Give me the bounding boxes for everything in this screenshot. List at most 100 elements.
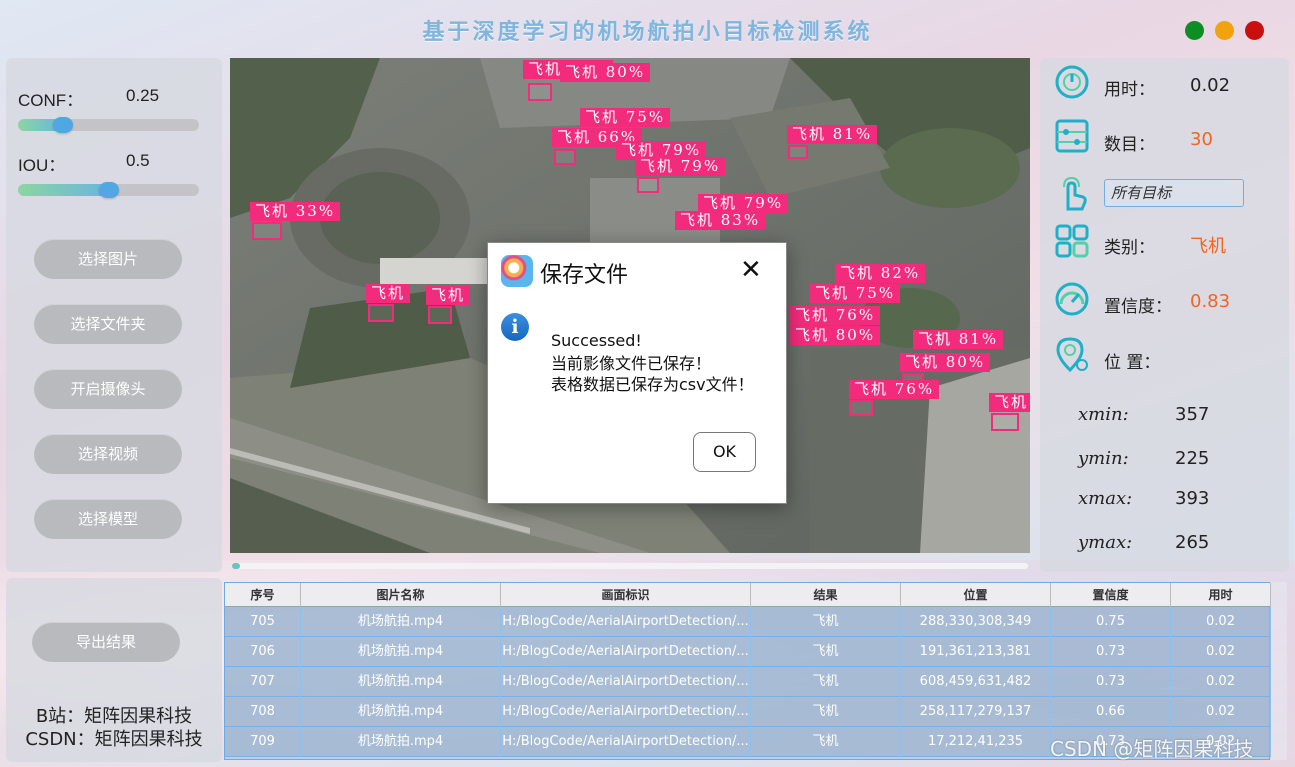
- table-row[interactable]: 706 机场航拍.mp4 H:/BlogCode/AerialAirportDete…: [225, 637, 1271, 667]
- touch-icon: [1063, 176, 1087, 211]
- cell-confidence: 0.73: [1051, 637, 1171, 667]
- conf-slider-handle[interactable]: [53, 117, 73, 133]
- detection-label: 飞机 75%: [810, 284, 901, 303]
- app-title: 基于深度学习的机场航拍小目标检测系统: [422, 19, 873, 45]
- cell-confidence: 0.66: [1051, 697, 1171, 727]
- select-image-button[interactable]: 选择图片: [34, 239, 182, 279]
- open-camera-button[interactable]: 开启摄像头: [34, 369, 182, 409]
- cell-source: H:/BlogCode/AerialAirportDetection/...: [501, 727, 751, 757]
- conf-slider-track[interactable]: [18, 119, 199, 131]
- cell-confidence: 0.75: [1051, 607, 1171, 637]
- cell-index: 707: [225, 667, 301, 697]
- detection-label: 飞机 80%: [790, 326, 881, 345]
- detection-label: 飞机 33%: [250, 202, 341, 221]
- export-button[interactable]: 导出结果: [32, 622, 180, 662]
- confidence-label: 置信度：: [1104, 297, 1172, 317]
- col-header-confidence[interactable]: 置信度: [1051, 583, 1171, 607]
- cell-confidence: 0.73: [1051, 667, 1171, 697]
- detection-box: [252, 222, 282, 240]
- col-header-time[interactable]: 用时: [1171, 583, 1271, 607]
- detection-label: 飞机 83%: [675, 211, 766, 230]
- col-header-position[interactable]: 位置: [901, 583, 1051, 607]
- ok-button[interactable]: OK: [693, 432, 756, 472]
- location-pin-icon: [1056, 337, 1088, 373]
- cell-result: 飞机: [751, 607, 901, 637]
- cell-time: 0.02: [1171, 637, 1271, 667]
- cell-result: 飞机: [751, 667, 901, 697]
- conf-label: CONF：: [18, 91, 84, 110]
- iou-slider-fill: [18, 184, 109, 196]
- cell-source: H:/BlogCode/AerialAirportDetection/...: [501, 637, 751, 667]
- table-row[interactable]: 707 机场航拍.mp4 H:/BlogCode/AerialAirportDete…: [225, 667, 1271, 697]
- col-header-source[interactable]: 画面标识: [501, 583, 751, 607]
- ymax-label: ymax:: [1078, 532, 1133, 553]
- dialog-message-status: Successed!: [551, 331, 642, 350]
- xmin-label: xmin:: [1078, 404, 1129, 425]
- detection-box: [991, 413, 1019, 431]
- detection-label: 飞机 80%: [560, 63, 651, 82]
- video-progress-bar[interactable]: [232, 563, 1028, 569]
- detection-box: [528, 83, 552, 101]
- detection-label: 飞机 76%: [790, 306, 881, 325]
- col-header-index[interactable]: 序号: [225, 583, 301, 607]
- detection-box: [554, 149, 576, 165]
- info-icon: i: [501, 313, 529, 341]
- cell-time: 0.02: [1171, 667, 1271, 697]
- count-value: 30: [1190, 129, 1213, 150]
- col-header-result[interactable]: 结果: [751, 583, 901, 607]
- cell-result: 飞机: [751, 637, 901, 667]
- watermark: CSDN @矩阵因果科技: [1050, 737, 1254, 761]
- class-label: 类别：: [1104, 238, 1155, 258]
- detection-label: 飞机 75%: [580, 108, 671, 127]
- iou-slider-handle[interactable]: [99, 182, 119, 198]
- cell-filename: 机场航拍.mp4: [301, 607, 501, 637]
- cell-filename: 机场航拍.mp4: [301, 667, 501, 697]
- cell-source: H:/BlogCode/AerialAirportDetection/...: [501, 697, 751, 727]
- table-scrollbar[interactable]: [1271, 582, 1287, 760]
- iou-label: IOU：: [18, 156, 66, 175]
- time-value: 0.02: [1190, 75, 1231, 96]
- cell-filename: 机场航拍.mp4: [301, 697, 501, 727]
- iou-value: 0.5: [126, 151, 150, 170]
- detection-box: [428, 306, 452, 324]
- cell-source: H:/BlogCode/AerialAirportDetection/...: [501, 607, 751, 637]
- detection-label: 飞机: [989, 393, 1030, 412]
- detection-label: 飞机 79%: [635, 157, 726, 176]
- credit-csdn: CSDN：矩阵因果科技: [25, 729, 203, 750]
- cell-position: 191,361,213,381: [901, 637, 1051, 667]
- col-header-filename[interactable]: 图片名称: [301, 583, 501, 607]
- cell-result: 飞机: [751, 697, 901, 727]
- table-row[interactable]: 705 机场航拍.mp4 H:/BlogCode/AerialAirportDete…: [225, 607, 1271, 637]
- detection-label: 飞机: [426, 286, 471, 305]
- detection-box: [788, 145, 808, 159]
- detection-label: 飞机 82%: [835, 264, 926, 283]
- detection-label: 飞机 76%: [849, 380, 940, 399]
- detection-label: 飞机 81%: [787, 125, 878, 144]
- save-file-dialog: 保存文件 ✕ i Successed! 当前影像文件已保存！ 表格数据已保存为c…: [487, 242, 787, 504]
- table-header: 序号 图片名称 画面标识 结果 位置 置信度 用时: [225, 583, 1271, 607]
- select-video-button[interactable]: 选择视频: [34, 434, 182, 474]
- dialog-close-icon[interactable]: ✕: [740, 255, 762, 285]
- xmin-value: 357: [1175, 404, 1210, 425]
- app-logo-icon: [501, 255, 533, 287]
- cell-filename: 机场航拍.mp4: [301, 727, 501, 757]
- target-select[interactable]: 所有目标: [1104, 179, 1244, 207]
- xmax-value: 393: [1175, 488, 1210, 509]
- detection-box: [637, 177, 659, 193]
- select-model-button[interactable]: 选择模型: [34, 499, 182, 539]
- maximize-button[interactable]: [1185, 21, 1204, 40]
- count-label: 数目：: [1104, 135, 1155, 155]
- ymin-value: 225: [1175, 448, 1210, 469]
- video-progress-fill: [232, 563, 240, 569]
- select-folder-button[interactable]: 选择文件夹: [34, 304, 182, 344]
- cell-position: 608,459,631,482: [901, 667, 1051, 697]
- cell-source: H:/BlogCode/AerialAirportDetection/...: [501, 667, 751, 697]
- detection-label: 飞机 81%: [913, 330, 1004, 349]
- close-window-button[interactable]: [1245, 21, 1264, 40]
- cell-index: 709: [225, 727, 301, 757]
- xmax-label: xmax:: [1078, 488, 1133, 509]
- detection-box: [368, 304, 394, 322]
- table-row[interactable]: 708 机场航拍.mp4 H:/BlogCode/AerialAirportDete…: [225, 697, 1271, 727]
- ymin-label: ymin:: [1078, 448, 1129, 469]
- minimize-button[interactable]: [1215, 21, 1234, 40]
